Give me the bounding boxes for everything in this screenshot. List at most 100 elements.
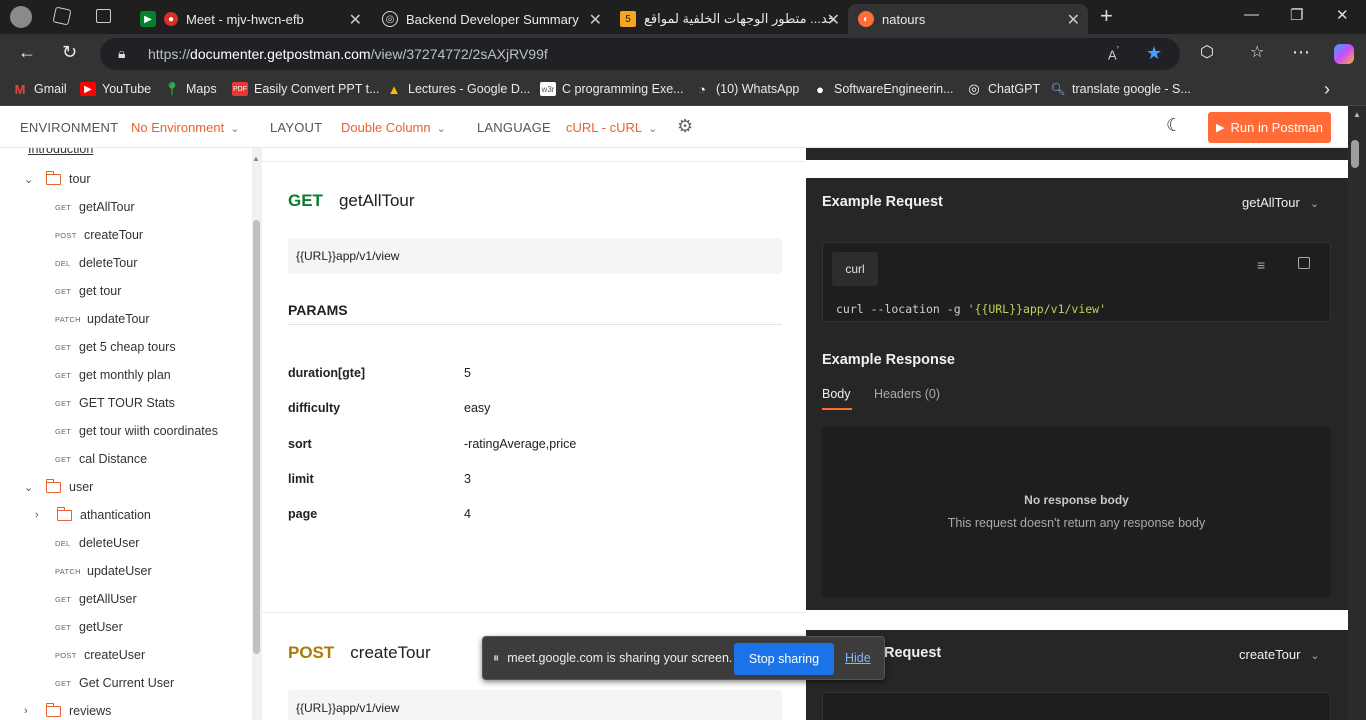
stop-sharing-button[interactable]: Stop sharing: [734, 643, 834, 675]
sidebar-item-request[interactable]: PATCH updateTour: [55, 312, 150, 326]
sidebar-item-request[interactable]: GET get tour: [55, 284, 121, 298]
sidebar-item-request[interactable]: DEL deleteTour: [55, 256, 137, 270]
language-label: LANGUAGE: [477, 120, 551, 135]
sidebar-item-request[interactable]: GET getAllUser: [55, 592, 137, 606]
bookmark-ppt[interactable]: PDF Easily Convert PPT t...: [232, 82, 380, 96]
sidebar-scrollbar-thumb[interactable]: [253, 220, 260, 654]
example-selector[interactable]: createTour ⌄: [1239, 647, 1320, 662]
language-dropdown[interactable]: cURL - cURL ⌄: [566, 120, 657, 135]
copilot-icon[interactable]: [1334, 44, 1354, 64]
chevron-right-icon: ›: [24, 705, 28, 717]
window-close-icon[interactable]: ✕: [1336, 6, 1349, 24]
youtube-icon: ▶: [80, 82, 96, 96]
tab-backend-summary[interactable]: ◎ Backend Developer Summary ✕: [372, 4, 610, 34]
environment-label: ENVIRONMENT: [20, 120, 119, 135]
vertical-tabs-icon[interactable]: [96, 9, 111, 23]
more-icon[interactable]: ⋯: [1292, 42, 1310, 63]
request-name: GET TOUR Stats: [79, 396, 175, 410]
tab-title: natours: [882, 11, 926, 27]
close-icon[interactable]: ✕: [1067, 10, 1080, 30]
sidebar-item-request[interactable]: GET cal Distance: [55, 452, 147, 466]
minimize-icon[interactable]: —: [1244, 6, 1259, 23]
hide-link[interactable]: Hide: [845, 651, 871, 665]
sidebar-item-request[interactable]: GET Get Current User: [55, 676, 174, 690]
bookmark-chatgpt[interactable]: ◎ ChatGPT: [966, 81, 1040, 96]
profile-avatar-icon[interactable]: [10, 6, 32, 28]
chatgpt-icon: ◎: [968, 81, 980, 96]
sidebar-item-request[interactable]: GET get monthly plan: [55, 368, 171, 382]
bookmark-github[interactable]: ● SoftwareEngineerin...: [812, 82, 953, 97]
chevron-down-icon: ⌄: [648, 123, 658, 135]
bookmark-drive[interactable]: ▲ Lectures - Google D...: [386, 82, 531, 97]
environment-dropdown[interactable]: No Environment ⌄: [131, 120, 239, 135]
scroll-up-arrow-icon[interactable]: ▲: [1353, 110, 1361, 119]
layout-dropdown[interactable]: Double Column ⌄: [341, 120, 446, 135]
sidebar-item-request[interactable]: POST createTour: [55, 228, 143, 242]
sidebar-item-request[interactable]: POST createUser: [55, 648, 145, 662]
param-key: limit: [288, 471, 314, 486]
page-scrollbar-thumb[interactable]: [1351, 140, 1359, 168]
folder-icon: [57, 506, 72, 521]
workspaces-icon[interactable]: [52, 6, 72, 26]
tab-natours[interactable]: ◐ natours ✕: [848, 4, 1088, 34]
settings-gear-icon[interactable]: ⚙: [677, 116, 693, 137]
run-in-postman-button[interactable]: ▶ Run in Postman: [1208, 112, 1331, 143]
tab-body[interactable]: Body: [822, 387, 851, 401]
sidebar-item-introduction[interactable]: Introduction: [28, 148, 93, 156]
example-selector[interactable]: getAllTour ⌄: [1242, 195, 1319, 210]
bookmark-whatsapp[interactable]: ◔ (10) WhatsApp: [694, 82, 799, 97]
new-tab-icon[interactable]: +: [1100, 3, 1113, 29]
tab-headers[interactable]: Headers (0): [874, 387, 940, 401]
no-response-title: No response body: [1024, 493, 1129, 507]
refresh-icon[interactable]: ↻: [62, 42, 77, 63]
favorite-star-icon[interactable]: ★: [1146, 43, 1162, 64]
maximize-icon[interactable]: ❐: [1290, 6, 1303, 24]
copy-icon[interactable]: [1298, 257, 1310, 269]
close-icon[interactable]: ✕: [827, 10, 840, 30]
sidebar-folder-user[interactable]: ⌄ user: [24, 478, 93, 494]
bookmark-maps[interactable]: 📍︎ Maps: [164, 81, 217, 96]
bookmark-gmail[interactable]: M Gmail: [12, 82, 67, 97]
method-badge: GET: [55, 370, 72, 380]
browser-toolbar: ← ↻ 🔒︎ https://documenter.getpostman.com…: [0, 34, 1366, 74]
sidebar-item-request[interactable]: GET getUser: [55, 620, 123, 634]
back-icon[interactable]: ←: [18, 42, 36, 63]
tab-khamsat[interactable]: 5 خد... متطور الوجهات الخلفية لمواقع ✕: [610, 4, 848, 34]
tab-meet[interactable]: ▶ ● Meet - mjv-hwcn-efb ✕: [130, 4, 370, 34]
sidebar-folder-athantication[interactable]: › athantication: [35, 506, 151, 522]
dark-mode-moon-icon[interactable]: ☾: [1166, 115, 1182, 136]
sidebar-item-request[interactable]: PATCH updateUser: [55, 564, 152, 578]
sidebar-folder-tour[interactable]: ⌄ tour: [24, 170, 91, 186]
page-scrollbar[interactable]: [1348, 106, 1366, 720]
method-badge: DEL: [55, 538, 71, 548]
close-icon[interactable]: ✕: [349, 10, 362, 30]
bookmark-translate[interactable]: 🔍︎ translate google - S...: [1050, 82, 1190, 96]
wrap-lines-icon[interactable]: ≡: [1257, 257, 1265, 273]
tab-title: Meet - mjv-hwcn-efb: [186, 11, 304, 27]
khamsat-icon: 5: [620, 11, 636, 27]
sidebar-item-request[interactable]: GET get 5 cheap tours: [55, 340, 176, 354]
sidebar-item-request[interactable]: GET GET TOUR Stats: [55, 396, 175, 410]
bookmark-youtube[interactable]: ▶ YouTube: [80, 82, 151, 96]
example-request-title: Example Request: [822, 194, 943, 210]
sidebar-item-request[interactable]: GET getAllTour: [55, 200, 135, 214]
sidebar-item-request[interactable]: DEL deleteUser: [55, 536, 139, 550]
favorites-icon[interactable]: ☆: [1250, 42, 1264, 62]
address-bar[interactable]: 🔒︎ https://documenter.getpostman.com/vie…: [100, 38, 1180, 70]
bookmark-w3r[interactable]: w3r C programming Exe...: [540, 82, 684, 96]
chevron-right-icon[interactable]: ›: [1324, 79, 1330, 100]
lock-icon[interactable]: 🔒︎: [118, 45, 125, 62]
folder-icon: [46, 170, 61, 185]
curl-tab[interactable]: curl: [832, 252, 878, 286]
extensions-icon[interactable]: ⬡: [1200, 42, 1214, 62]
close-icon[interactable]: ✕: [589, 10, 602, 30]
sidebar-item-request[interactable]: GET get tour wiith coordinates: [55, 424, 218, 438]
scroll-up-arrow-icon[interactable]: ▲: [252, 154, 260, 163]
sharing-text: ⏸ meet.google.com is sharing your screen.: [493, 651, 733, 665]
example-block-2: Request createTour ⌄: [806, 630, 1348, 720]
section-divider: [262, 612, 806, 613]
read-aloud-icon[interactable]: Aʼ: [1108, 45, 1119, 62]
drag-handle-icon[interactable]: ⏸: [493, 651, 499, 665]
sidebar-folder-reviews[interactable]: › reviews: [24, 702, 111, 718]
request-name: deleteUser: [79, 536, 140, 550]
